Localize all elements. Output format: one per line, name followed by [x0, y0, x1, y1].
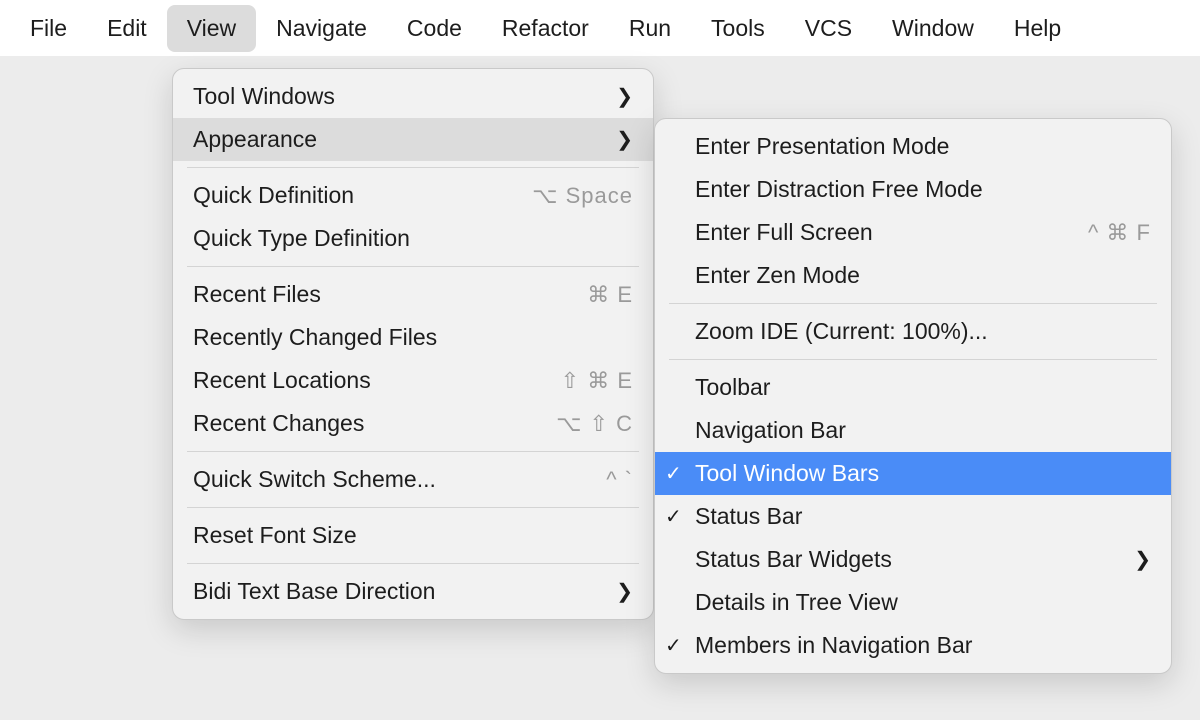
menu-item-zoom-ide[interactable]: Zoom IDE (Current: 100%)...: [655, 310, 1171, 353]
menu-item-navigation-bar[interactable]: Navigation Bar: [655, 409, 1171, 452]
menu-item-label: Tool Window Bars: [695, 460, 879, 487]
menubar-tools[interactable]: Tools: [691, 5, 785, 52]
menu-item-label: Quick Definition: [193, 182, 354, 209]
menu-item-enter-presentation-mode[interactable]: Enter Presentation Mode: [655, 125, 1171, 168]
menu-item-quick-definition[interactable]: Quick Definition ⌥ Space: [173, 174, 653, 217]
menu-item-appearance[interactable]: Appearance ❯: [173, 118, 653, 161]
menu-item-label: Enter Full Screen: [695, 219, 873, 246]
menu-item-label: Recently Changed Files: [193, 324, 437, 351]
menubar-file[interactable]: File: [10, 5, 87, 52]
menu-item-toolbar[interactable]: Toolbar: [655, 366, 1171, 409]
menu-item-label: Zoom IDE (Current: 100%)...: [695, 318, 988, 345]
menubar-window[interactable]: Window: [872, 5, 994, 52]
menu-item-reset-font-size[interactable]: Reset Font Size: [173, 514, 653, 557]
menu-separator: [669, 303, 1157, 304]
menubar-code[interactable]: Code: [387, 5, 482, 52]
menu-separator: [669, 359, 1157, 360]
check-icon: ✓: [665, 504, 695, 529]
view-menu: Tool Windows ❯ Appearance ❯ Quick Defini…: [172, 68, 654, 620]
shortcut-label: ⇧ ⌘ E: [561, 368, 633, 394]
menu-item-label: Recent Changes: [193, 410, 364, 437]
menu-item-quick-switch-scheme[interactable]: Quick Switch Scheme... ^ `: [173, 458, 653, 501]
menubar-view[interactable]: View: [167, 5, 256, 52]
menu-separator: [187, 563, 639, 564]
chevron-right-icon: ❯: [1134, 547, 1151, 572]
menubar-refactor[interactable]: Refactor: [482, 5, 609, 52]
menu-item-label: Enter Zen Mode: [695, 262, 860, 289]
menu-item-label: Details in Tree View: [695, 589, 898, 616]
appearance-submenu: Enter Presentation Mode Enter Distractio…: [654, 118, 1172, 674]
shortcut-label: ^ `: [606, 467, 633, 493]
menu-item-tool-windows[interactable]: Tool Windows ❯: [173, 75, 653, 118]
menu-item-label: Quick Type Definition: [193, 225, 410, 252]
menu-item-enter-distraction-free-mode[interactable]: Enter Distraction Free Mode: [655, 168, 1171, 211]
menu-item-members-in-navigation-bar[interactable]: ✓Members in Navigation Bar: [655, 624, 1171, 667]
check-icon: ✓: [665, 633, 695, 658]
menubar-help[interactable]: Help: [994, 5, 1081, 52]
shortcut-label: ⌘ E: [587, 282, 633, 308]
shortcut-label: ^ ⌘ F: [1088, 220, 1151, 246]
menu-item-details-in-tree-view[interactable]: Details in Tree View: [655, 581, 1171, 624]
chevron-right-icon: ❯: [616, 579, 633, 604]
chevron-right-icon: ❯: [616, 127, 633, 152]
menu-item-label: Members in Navigation Bar: [695, 632, 972, 659]
menubar-navigate[interactable]: Navigate: [256, 5, 387, 52]
menu-item-label: Reset Font Size: [193, 522, 357, 549]
shortcut-label: ⌥ ⇧ C: [556, 411, 633, 437]
menu-separator: [187, 451, 639, 452]
menu-item-recent-locations[interactable]: Recent Locations ⇧ ⌘ E: [173, 359, 653, 402]
menu-separator: [187, 167, 639, 168]
chevron-right-icon: ❯: [616, 84, 633, 109]
menu-item-recent-files[interactable]: Recent Files ⌘ E: [173, 273, 653, 316]
menu-separator: [187, 266, 639, 267]
menu-item-status-bar[interactable]: ✓Status Bar: [655, 495, 1171, 538]
menu-item-label: Quick Switch Scheme...: [193, 466, 436, 493]
menubar: File Edit View Navigate Code Refactor Ru…: [0, 0, 1200, 56]
menu-item-label: Appearance: [193, 126, 317, 153]
menubar-vcs[interactable]: VCS: [785, 5, 872, 52]
menu-item-label: Status Bar Widgets: [695, 546, 892, 573]
menu-item-label: Bidi Text Base Direction: [193, 578, 435, 605]
shortcut-label: ⌥ Space: [532, 183, 633, 209]
menu-item-label: Tool Windows: [193, 83, 335, 110]
menu-item-tool-window-bars[interactable]: ✓Tool Window Bars: [655, 452, 1171, 495]
menu-item-label: Enter Presentation Mode: [695, 133, 949, 160]
menubar-run[interactable]: Run: [609, 5, 691, 52]
menu-item-quick-type-definition[interactable]: Quick Type Definition: [173, 217, 653, 260]
menu-item-label: Navigation Bar: [695, 417, 846, 444]
menu-item-label: Enter Distraction Free Mode: [695, 176, 983, 203]
menu-item-label: Status Bar: [695, 503, 802, 530]
menu-item-enter-zen-mode[interactable]: Enter Zen Mode: [655, 254, 1171, 297]
menu-item-label: Recent Files: [193, 281, 321, 308]
menu-item-status-bar-widgets[interactable]: Status Bar Widgets ❯: [655, 538, 1171, 581]
check-icon: ✓: [665, 461, 695, 486]
menu-separator: [187, 507, 639, 508]
menu-item-label: Toolbar: [695, 374, 770, 401]
menubar-edit[interactable]: Edit: [87, 5, 167, 52]
menu-item-recently-changed-files[interactable]: Recently Changed Files: [173, 316, 653, 359]
menu-item-enter-full-screen[interactable]: Enter Full Screen ^ ⌘ F: [655, 211, 1171, 254]
menu-item-recent-changes[interactable]: Recent Changes ⌥ ⇧ C: [173, 402, 653, 445]
menu-item-bidi-text-base-direction[interactable]: Bidi Text Base Direction ❯: [173, 570, 653, 613]
menu-item-label: Recent Locations: [193, 367, 371, 394]
